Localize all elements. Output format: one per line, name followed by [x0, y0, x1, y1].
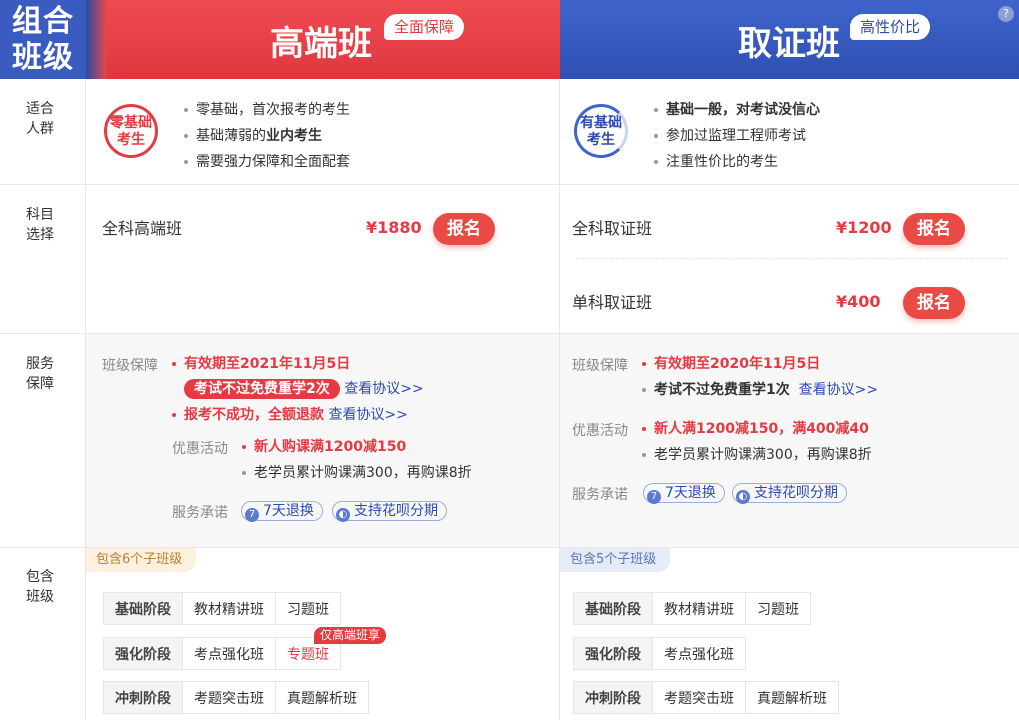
stage-cell: 冲刺阶段 — [103, 681, 183, 714]
installment-chip[interactable]: ◐ 支持花呗分期 — [732, 483, 847, 504]
row-label-service: 服务保障 — [26, 356, 54, 392]
enroll-button[interactable]: 报名 — [903, 287, 965, 319]
list-item: 需要强力保障和全面配套 — [184, 149, 350, 175]
divider — [85, 79, 86, 720]
stage-cell: 强化阶段 — [573, 637, 653, 670]
exclusive-badge: 仅高端班享 — [314, 627, 387, 644]
sub-class-count-tag: 包含6个子班级 — [86, 548, 197, 572]
installment-chip[interactable]: ◐ 支持花呗分期 — [332, 501, 447, 522]
course-price: ¥400 — [836, 292, 881, 311]
table-row: 基础阶段 教材精讲班 习题班 — [573, 592, 811, 625]
view-agreement-link[interactable]: 查看协议>> — [328, 407, 407, 423]
certificate-guarantee-list: 有效期至2020年11月5日 考试不过免费重学1次 查看协议>> — [642, 351, 878, 403]
view-agreement-link[interactable]: 查看协议>> — [799, 382, 878, 398]
certificate-badge: 高性价比 — [850, 14, 931, 40]
premium-audience-list: 零基础，首次报考的考生 基础薄弱的业内考生 需要强力保障和全面配套 — [184, 97, 350, 175]
class-cell: 真题解析班 — [275, 681, 369, 714]
list-item: 有效期至2021年11月5日 — [172, 351, 424, 377]
list-item: 有效期至2020年11月5日 — [642, 351, 878, 377]
course-name: 全科取证班 — [572, 219, 653, 238]
class-cell: 考点强化班 — [652, 637, 746, 670]
service-label: 班级保障 — [102, 358, 158, 374]
premium-stage-table: 强化阶段 考点强化班 专题班 — [103, 637, 341, 670]
stage-cell: 基础阶段 — [103, 592, 183, 625]
class-cell: 教材精讲班 — [652, 592, 746, 625]
huabei-icon: ◐ — [336, 508, 350, 522]
list-item: 新人满1200减150，满400减40 — [642, 416, 872, 442]
stage-cell: 强化阶段 — [103, 637, 183, 670]
list-item: 基础薄弱的业内考生 — [184, 123, 350, 149]
class-cell: 真题解析班 — [745, 681, 839, 714]
class-cell: 习题班 — [745, 592, 811, 625]
class-cell: 考题突击班 — [182, 681, 276, 714]
table-row: 冲刺阶段 考题突击班 真题解析班 — [103, 681, 369, 714]
table-row: 强化阶段 考点强化班 专题班 — [103, 637, 341, 670]
certificate-stage-table: 冲刺阶段 考题突击班 真题解析班 — [573, 681, 839, 714]
seven-days-icon: 7 — [647, 490, 661, 504]
service-label: 优惠活动 — [572, 423, 628, 439]
list-item: 基础一般，对考试没信心 — [654, 97, 820, 123]
help-icon[interactable]: ? — [998, 6, 1014, 22]
list-item: 报考不成功，全额退款 查看协议>> — [172, 402, 424, 428]
view-agreement-link[interactable]: 查看协议>> — [344, 381, 423, 397]
divider — [0, 184, 1019, 185]
zero-base-badge-icon: 零基础 考生 — [104, 104, 158, 158]
service-label: 服务承诺 — [572, 487, 628, 503]
class-cell: 教材精讲班 — [182, 592, 276, 625]
certificate-promo-list: 新人满1200减150，满400减40 老学员累计购课满300，再购课8折 — [642, 416, 872, 468]
course-price: ¥1880 — [366, 218, 422, 237]
certificate-stage-table: 基础阶段 教材精讲班 习题班 — [573, 592, 811, 625]
list-item: 新人购课满1200减150 — [242, 434, 472, 460]
service-label: 班级保障 — [572, 358, 628, 374]
enroll-button[interactable]: 报名 — [903, 213, 965, 245]
refund-chip[interactable]: 7 7天退换 — [241, 501, 323, 522]
row-label-subject: 科目选择 — [26, 207, 54, 243]
list-item: 老学员累计购课满300，再购课8折 — [242, 460, 472, 486]
divider — [576, 258, 1008, 259]
course-name: 单科取证班 — [572, 293, 653, 312]
refund-chip[interactable]: 7 7天退换 — [643, 483, 725, 504]
stage-cell: 基础阶段 — [573, 592, 653, 625]
list-item: 考试不过免费重学2次 查看协议>> — [172, 377, 424, 402]
course-price: ¥1200 — [836, 218, 892, 237]
premium-stage-table: 基础阶段 教材精讲班 习题班 — [103, 592, 341, 625]
certificate-title: 取证班 — [738, 24, 840, 64]
row-label-include: 包含班级 — [26, 569, 54, 605]
service-label: 优惠活动 — [172, 441, 228, 457]
with-base-badge-icon: 有基础 考生 — [574, 104, 628, 158]
divider — [0, 333, 1019, 334]
list-item: 零基础，首次报考的考生 — [184, 97, 350, 123]
certificate-stage-table: 强化阶段 考点强化班 — [573, 637, 746, 670]
list-item: 考试不过免费重学1次 查看协议>> — [642, 377, 878, 403]
sub-class-count-tag: 包含5个子班级 — [560, 548, 671, 572]
class-cell: 习题班 — [275, 592, 341, 625]
list-item: 老学员累计购课满300，再购课8折 — [642, 442, 872, 468]
table-row: 强化阶段 考点强化班 — [573, 637, 746, 670]
seven-days-icon: 7 — [245, 508, 259, 522]
certificate-audience-list: 基础一般，对考试没信心 参加过监理工程师考试 注重性价比的考生 — [654, 97, 820, 175]
class-cell: 考点强化班 — [182, 637, 276, 670]
course-name: 全科高端班 — [102, 219, 183, 238]
premium-promo-list: 新人购课满1200减150 老学员累计购课满300，再购课8折 — [242, 434, 472, 486]
list-item: 注重性价比的考生 — [654, 149, 820, 175]
class-cell: 考题突击班 — [652, 681, 746, 714]
divider — [559, 79, 560, 720]
premium-stage-table: 冲刺阶段 考题突击班 真题解析班 — [103, 681, 369, 714]
row-label-audience: 适合人群 — [26, 101, 54, 137]
stage-cell: 冲刺阶段 — [573, 681, 653, 714]
service-label: 服务承诺 — [172, 505, 228, 521]
table-row: 基础阶段 教材精讲班 习题班 — [103, 592, 341, 625]
enroll-button[interactable]: 报名 — [433, 213, 495, 245]
table-row: 冲刺阶段 考题突击班 真题解析班 — [573, 681, 839, 714]
huabei-icon: ◐ — [736, 490, 750, 504]
list-item: 参加过监理工程师考试 — [654, 123, 820, 149]
retake-badge: 考试不过免费重学2次 — [184, 379, 340, 399]
premium-title: 高端班 — [270, 24, 372, 64]
combo-title: 组合 班级 — [12, 4, 74, 75]
premium-guarantee-list: 有效期至2021年11月5日 考试不过免费重学2次 查看协议>> 报考不成功，全… — [172, 351, 424, 428]
premium-badge: 全面保障 — [384, 14, 465, 40]
